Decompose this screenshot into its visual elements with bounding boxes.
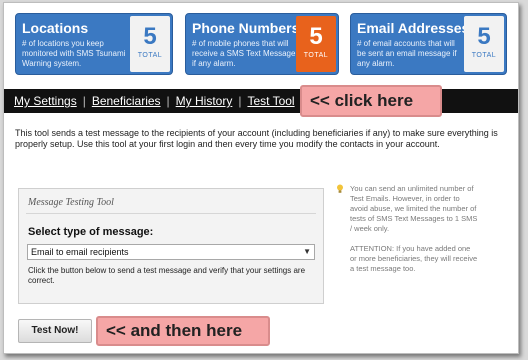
nav-separator: | <box>238 94 242 108</box>
intro-text: This tool sends a test message to the re… <box>15 128 498 149</box>
stat-title: Email Addresses <box>357 20 470 36</box>
stat-unit: TOTAL <box>303 52 329 59</box>
nav-item-beneficiaries[interactable]: Beneficiaries <box>92 94 161 108</box>
tip-paragraph: You can send an unlimited number of Test… <box>350 184 478 233</box>
panel-divider <box>26 213 316 214</box>
tip-text: You can send an unlimited number of Test… <box>350 184 478 284</box>
stat-count-box: 5 TOTAL <box>296 16 336 72</box>
message-testing-panel: Message Testing Tool Select type of mess… <box>18 188 324 304</box>
stat-count: 5 <box>143 23 157 50</box>
stat-title: Phone Numbers <box>192 20 300 36</box>
message-type-label: Select type of message: <box>28 226 154 238</box>
nav-item-my-history[interactable]: My History <box>176 94 233 108</box>
stats-row: Locations # of locations you keep monito… <box>15 13 507 75</box>
stat-count-box: 5 TOTAL <box>130 16 170 72</box>
stat-unit: TOTAL <box>471 52 497 59</box>
nav-separator: | <box>166 94 170 108</box>
message-type-value: Email to email recipients <box>31 247 129 257</box>
panel-title: Message Testing Tool <box>28 197 114 208</box>
stat-title: Locations <box>22 20 89 36</box>
stat-description: # of mobile phones that will receive a S… <box>192 39 296 68</box>
phone-numbers-stat-card: Phone Numbers # of mobile phones that wi… <box>185 13 339 75</box>
nav-item-my-settings[interactable]: My Settings <box>14 94 77 108</box>
then-here-callout: << and then here <box>96 316 270 346</box>
nav-item-test-tool[interactable]: Test Tool <box>247 94 294 108</box>
test-now-button[interactable]: Test Now! <box>18 319 92 343</box>
stat-count: 5 <box>309 23 323 50</box>
stat-count: 5 <box>477 23 491 50</box>
chevron-down-icon: ▼ <box>303 247 311 256</box>
lightbulb-icon <box>337 184 343 193</box>
nav-separator: | <box>82 94 86 108</box>
tip-paragraph: ATTENTION: If you have added one or more… <box>350 244 478 273</box>
stat-description: # of email accounts that will be sent an… <box>357 39 457 68</box>
stat-description: # of locations you keep monitored with S… <box>22 39 126 68</box>
click-here-callout: << click here <box>300 85 442 117</box>
email-addresses-stat-card: Email Addresses # of email accounts that… <box>350 13 507 75</box>
page-frame: Locations # of locations you keep monito… <box>3 2 519 354</box>
locations-stat-card: Locations # of locations you keep monito… <box>15 13 173 75</box>
panel-help-text: Click the button below to send a test me… <box>28 266 306 285</box>
nav-menu: My Settings | Beneficiaries | My History | Tes… <box>14 94 295 108</box>
message-type-select[interactable]: Email to email recipients ▼ <box>27 244 315 260</box>
stat-unit: TOTAL <box>137 52 163 59</box>
stat-count-box: 5 TOTAL <box>464 16 504 72</box>
